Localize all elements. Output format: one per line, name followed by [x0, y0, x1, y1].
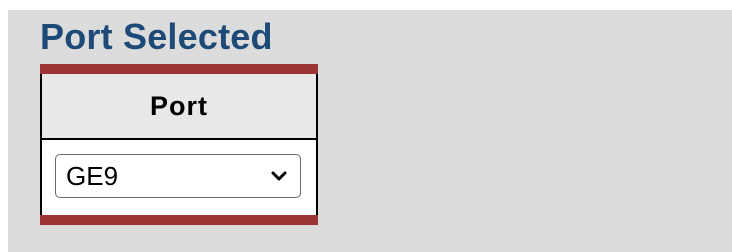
table-bottom-bar — [40, 215, 318, 225]
chevron-down-icon — [271, 171, 287, 181]
section-title: Port Selected — [40, 16, 273, 57]
table-top-bar — [40, 64, 318, 74]
port-select[interactable]: GE9 — [55, 154, 301, 198]
port-cell: GE9 — [40, 140, 318, 215]
port-selected-panel: Port Selected Port GE9 — [8, 10, 732, 252]
port-table: Port GE9 — [40, 64, 318, 225]
port-select-value: GE9 — [66, 160, 119, 191]
port-column-header: Port — [40, 74, 318, 140]
